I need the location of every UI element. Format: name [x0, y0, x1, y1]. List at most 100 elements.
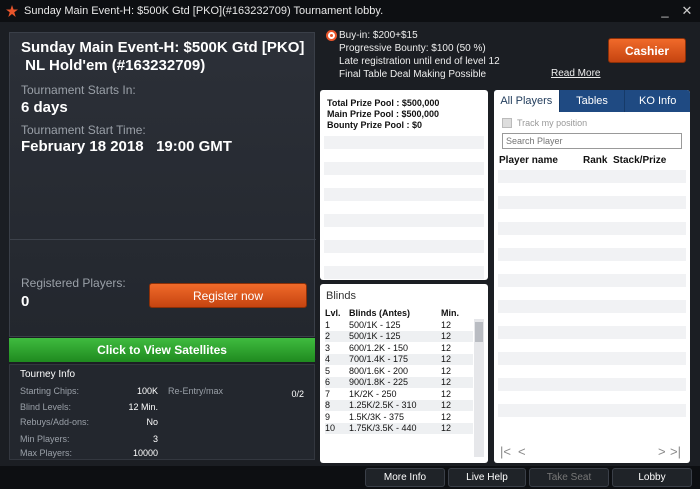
level-cell: 5 — [325, 365, 331, 376]
blinds-table: Lvl. Blinds (Antes) Min. 1 500/1K - 125 12… — [325, 306, 473, 434]
buyin-radio-icon[interactable] — [326, 30, 337, 41]
close-button[interactable]: ✕ — [678, 2, 696, 20]
empty-row — [324, 162, 484, 175]
table-row: 1 500/1K - 125 12 — [325, 319, 473, 331]
level-cell: 3 — [325, 342, 331, 353]
minutes-cell: 12 — [441, 365, 452, 376]
minutes-cell: 12 — [441, 330, 473, 342]
level-cell: 1 — [325, 319, 331, 330]
tab-ko-info[interactable]: KO Info — [624, 90, 690, 112]
level-cell: 10 — [325, 422, 349, 434]
blind-levels-value: 12 Min. — [128, 402, 158, 412]
pokerstars-logo-icon — [6, 5, 18, 17]
next-page-icon[interactable]: > — [658, 444, 666, 459]
players-panel: All Players Tables KO Info Track my posi… — [494, 90, 690, 463]
empty-row — [324, 136, 484, 149]
track-position[interactable]: Track my position — [502, 118, 587, 128]
empty-row — [498, 404, 686, 417]
minimize-button[interactable]: _ — [656, 2, 674, 20]
tournament-title-line2: NL Hold'em (#163232709) — [21, 57, 206, 74]
take-seat-button[interactable]: Take Seat — [529, 468, 609, 487]
tab-tables[interactable]: Tables — [558, 90, 625, 112]
blinds-cell: 500/1K - 125 — [349, 330, 441, 342]
starting-chips-value: 100K — [136, 386, 158, 396]
registered-players-label: Registered Players: — [21, 276, 126, 290]
table-row: 4 700/1.4K - 175 12 — [325, 353, 473, 365]
first-page-icon[interactable]: |< — [500, 444, 511, 459]
table-row: 3 600/1.2K - 150 12 — [325, 342, 473, 354]
starts-in-label: Tournament Starts In: — [21, 83, 136, 97]
blinds-col-level: Lvl. — [325, 307, 341, 318]
tourney-info-panel: Tourney Info Starting Chips: 100K Re-Ent… — [9, 364, 315, 460]
empty-row — [498, 196, 686, 209]
empty-row — [498, 222, 686, 235]
max-players-label: Max Players: — [20, 448, 73, 458]
empty-row — [498, 352, 686, 365]
search-player-input[interactable] — [502, 133, 682, 149]
empty-row — [498, 378, 686, 391]
blinds-cell: 900/1.8K - 225 — [349, 376, 441, 388]
col-stack-prize: Stack/Prize — [613, 155, 667, 166]
empty-row — [324, 240, 484, 253]
tournament-info-panel: Sunday Main Event-H: $500K Gtd [PKO] NL … — [9, 32, 316, 337]
bounty-line: Progressive Bounty: $100 (50 %) — [339, 43, 486, 54]
blinds-scrollbar[interactable] — [474, 319, 484, 457]
prev-page-icon[interactable]: < — [518, 444, 526, 459]
tab-all-players[interactable]: All Players — [494, 90, 559, 112]
divider — [10, 239, 316, 240]
track-position-checkbox[interactable] — [502, 118, 512, 128]
col-rank: Rank — [583, 155, 608, 166]
minutes-cell: 12 — [441, 319, 452, 330]
blind-levels-label: Blind Levels: — [20, 402, 72, 412]
track-position-label: Track my position — [517, 118, 588, 128]
rebuys-label: Rebuys/Add-ons: — [20, 417, 90, 427]
rebuys-value: No — [146, 417, 158, 427]
scrollbar-thumb[interactable] — [475, 322, 483, 342]
level-cell: 7 — [325, 388, 331, 399]
late-registration-line: Late registration until end of level 12 — [339, 56, 500, 67]
bounty-prize-pool: Bounty Prize Pool : $0 — [327, 120, 423, 130]
last-page-icon[interactable]: >| — [670, 444, 681, 459]
tournament-title: Sunday Main Event-H: $500K Gtd [PKO] NL … — [21, 39, 311, 75]
live-help-button[interactable]: Live Help — [448, 468, 526, 487]
empty-row — [324, 214, 484, 227]
tournament-title-line1: Sunday Main Event-H: $500K Gtd [PKO] — [21, 39, 305, 56]
starts-in-value: 6 days — [21, 99, 68, 116]
blinds-cell: 1.25K/2.5K - 310 — [349, 399, 441, 411]
players-tabs: All Players Tables KO Info — [494, 90, 690, 112]
buyin-line: Buy-in: $200+$15 — [339, 30, 418, 41]
table-row: 5 800/1.6K - 200 12 — [325, 365, 473, 377]
start-time-value: February 18 2018 19:00 GMT — [21, 138, 232, 155]
empty-row — [498, 248, 686, 261]
blinds-cell: 1.5K/3K - 375 — [349, 411, 405, 422]
blinds-panel: Blinds Lvl. Blinds (Antes) Min. 1 500/1K … — [320, 284, 488, 463]
table-row: 8 1.25K/2.5K - 310 12 — [325, 399, 473, 411]
lobby-button[interactable]: Lobby — [612, 468, 692, 487]
title-bar: Sunday Main Event-H: $500K Gtd [PKO](#16… — [0, 0, 700, 22]
minutes-cell: 12 — [441, 422, 473, 434]
empty-row — [324, 188, 484, 201]
reentry-value: 0/2 — [291, 389, 304, 399]
level-cell: 6 — [325, 376, 349, 388]
prize-pool-panel: Total Prize Pool : $500,000 Main Prize P… — [320, 90, 488, 280]
empty-row — [498, 274, 686, 287]
col-player-name: Player name — [499, 155, 558, 166]
more-info-button[interactable]: More Info — [365, 468, 445, 487]
view-satellites-button[interactable]: Click to View Satellites — [9, 338, 315, 362]
cashier-button[interactable]: Cashier — [608, 38, 686, 63]
table-row: 9 1.5K/3K - 375 12 — [325, 411, 473, 423]
level-cell: 4 — [325, 353, 349, 365]
start-time-label: Tournament Start Time: — [21, 123, 146, 137]
registered-players-value: 0 — [21, 293, 30, 310]
blinds-cell: 700/1.4K - 175 — [349, 353, 441, 365]
register-now-button[interactable]: Register now — [149, 283, 307, 308]
table-row: 2 500/1K - 125 12 — [325, 330, 473, 342]
total-prize-pool: Total Prize Pool : $500,000 — [327, 98, 440, 108]
table-row: 7 1K/2K - 250 12 — [325, 388, 473, 400]
read-more-link[interactable]: Read More — [551, 68, 600, 79]
minutes-cell: 12 — [441, 399, 473, 411]
blinds-col-min: Min. — [441, 307, 459, 318]
level-cell: 9 — [325, 411, 331, 422]
blinds-cell: 600/1.2K - 150 — [349, 342, 409, 353]
blinds-col-blinds: Blinds (Antes) — [349, 307, 411, 318]
